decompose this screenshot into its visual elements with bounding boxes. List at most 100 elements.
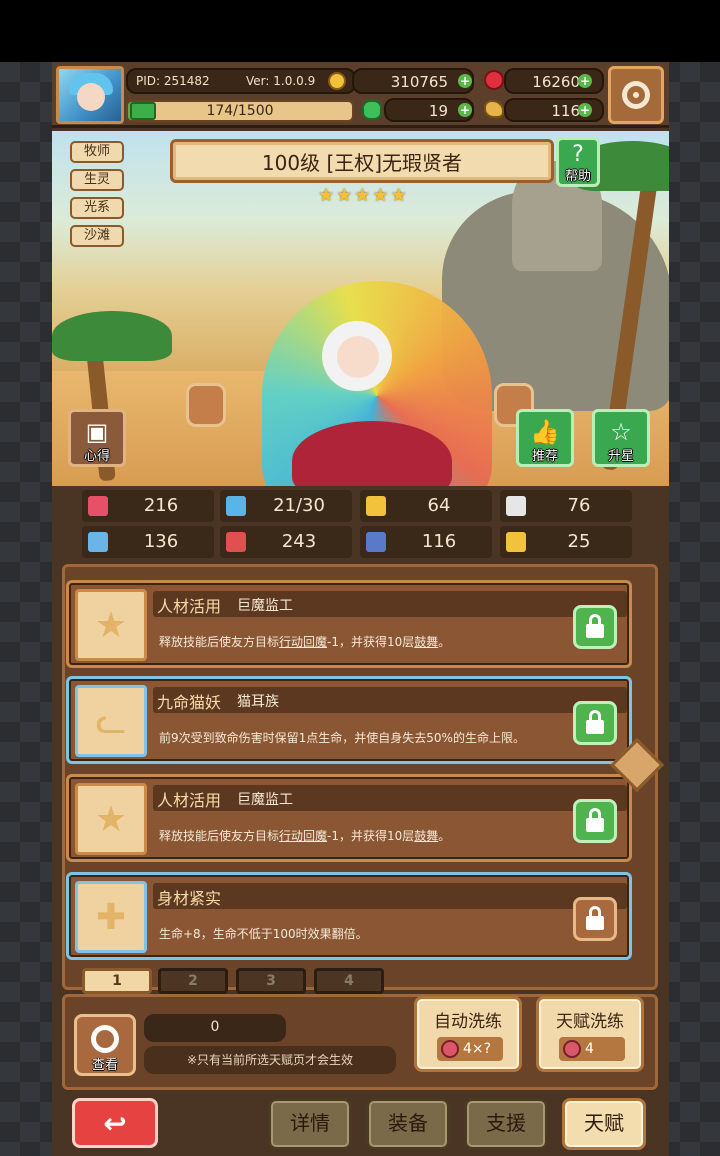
notes-button[interactable]: ▣ 心得 bbox=[68, 409, 126, 467]
coin-count: 310765 bbox=[390, 73, 448, 91]
stat-attack[interactable]: 136 bbox=[82, 526, 214, 558]
stat-evasion[interactable]: 76 bbox=[500, 490, 632, 522]
add-food-button[interactable]: + bbox=[578, 103, 592, 117]
talent-wash-cost: 4 bbox=[585, 1041, 594, 1057]
add-gems-button[interactable]: + bbox=[578, 74, 592, 88]
horseshoe-icon bbox=[506, 532, 526, 552]
rating-star-icon: ★ bbox=[354, 185, 371, 206]
battery-icon bbox=[130, 102, 156, 120]
heart-icon bbox=[88, 496, 108, 516]
notes-label: 心得 bbox=[83, 449, 110, 464]
auto-wash-button[interactable]: 自动洗练 4×? bbox=[414, 996, 522, 1072]
gem-icon bbox=[484, 70, 504, 90]
clover-count: 19 bbox=[428, 102, 448, 120]
talent-source: 猫耳族 bbox=[237, 694, 279, 710]
unlock-button[interactable] bbox=[573, 897, 617, 941]
book-icon bbox=[226, 532, 246, 552]
hero-scene: 牧师 生灵 光系 沙滩 100级 [王权]无瑕贤者 ★ ★ ★ ★ ★ ? 帮助 ▣ 心… bbox=[52, 131, 669, 486]
page-tab-2[interactable]: 2 bbox=[158, 968, 228, 994]
game-screen: PID: 251482 Ver: 1.0.0.9 310765 + 16260 … bbox=[52, 62, 669, 1156]
talent-slot-3[interactable]: ★ 人材活用 巨魔监工 释放技能后使友方目标行动回魔-1，并获得10层鼓舞。 bbox=[66, 774, 632, 862]
talent-slot-4[interactable]: ✚ 身材紧实 生命+8，生命不低于100时效果翻倍。 bbox=[66, 872, 632, 960]
back-button[interactable]: ↩ bbox=[72, 1098, 158, 1148]
help-button[interactable]: ? 帮助 bbox=[556, 137, 600, 187]
stat-magic[interactable]: 243 bbox=[220, 526, 352, 558]
rating-star-icon: ★ bbox=[390, 185, 407, 206]
stat-luck[interactable]: 25 bbox=[500, 526, 632, 558]
equipment-tab[interactable]: 装备 bbox=[366, 1098, 450, 1150]
settings-button[interactable] bbox=[608, 66, 664, 124]
talent-slot-1[interactable]: ★ 人材活用 巨魔监工 释放技能后使友方目标行动回魔-1，并获得10层鼓舞。 bbox=[66, 580, 632, 668]
page-tab-4[interactable]: 4 bbox=[314, 968, 384, 994]
version-text: Ver: 1.0.0.9 bbox=[246, 74, 316, 88]
details-tab[interactable]: 详情 bbox=[268, 1098, 352, 1150]
food-icon bbox=[484, 100, 504, 118]
add-coins-button[interactable]: + bbox=[458, 74, 472, 88]
talent-description: 生命+8，生命不低于100时效果翻倍。 bbox=[159, 927, 368, 941]
add-clover-button[interactable]: + bbox=[458, 103, 472, 117]
stat-mana[interactable]: 21/30 bbox=[220, 490, 352, 522]
talent-source: 巨魔监工 bbox=[237, 598, 293, 614]
stat-speed[interactable]: 116 bbox=[360, 526, 492, 558]
view-button[interactable]: 查看 bbox=[74, 1014, 136, 1076]
talent-source: 巨魔监工 bbox=[237, 792, 293, 808]
talent-wash-label: 天赋洗练 bbox=[556, 1012, 624, 1032]
lock-icon bbox=[586, 808, 604, 832]
cross-icon: ✚ bbox=[75, 881, 147, 953]
fist-icon bbox=[88, 532, 108, 552]
clover-icon bbox=[362, 100, 382, 120]
auto-wash-cost: 4×? bbox=[463, 1041, 492, 1057]
lock-button[interactable] bbox=[573, 799, 617, 843]
player-avatar[interactable] bbox=[56, 66, 124, 124]
page-tab-1[interactable]: 1 bbox=[82, 968, 152, 994]
support-tab[interactable]: 支援 bbox=[464, 1098, 548, 1150]
cat-icon: ᓚ bbox=[75, 685, 147, 757]
lock-button[interactable] bbox=[573, 701, 617, 745]
xp-bar: 174/1500 bbox=[126, 100, 354, 122]
tag-race[interactable]: 生灵 bbox=[70, 169, 124, 191]
stat-hp[interactable]: 216 bbox=[82, 490, 214, 522]
stat-defense[interactable]: 64 bbox=[360, 490, 492, 522]
talent-name: 人材活用 bbox=[157, 791, 222, 810]
thumbs-up-icon: 👍 bbox=[530, 418, 560, 446]
tag-class[interactable]: 牧师 bbox=[70, 141, 124, 163]
rating-star-icon: ★ bbox=[336, 185, 353, 206]
talent-name: 人材活用 bbox=[157, 597, 222, 616]
hero-tags: 牧师 生灵 光系 沙滩 bbox=[70, 141, 124, 247]
talent-tab[interactable]: 天赋 bbox=[562, 1098, 646, 1150]
fruit-count-pill: 0 bbox=[144, 1014, 286, 1042]
boot-icon bbox=[366, 532, 386, 552]
hero-title: 100级 [王权]无瑕贤者 bbox=[261, 150, 463, 175]
rating-star-icon: ★ bbox=[318, 185, 335, 206]
upgrade-star-button[interactable]: ☆ 升星 bbox=[592, 409, 650, 467]
hero-stars: ★ ★ ★ ★ ★ bbox=[318, 187, 407, 205]
talent-description: 前9次受到致命伤害时保留1点生命，并使自身失去50%的生命上限。 bbox=[159, 731, 525, 745]
recommend-label: 推荐 bbox=[531, 449, 558, 464]
player-id: PID: 251482 bbox=[136, 74, 210, 88]
drop-icon bbox=[226, 496, 246, 516]
scroll-icon: ▣ bbox=[85, 418, 109, 446]
tag-location[interactable]: 沙滩 bbox=[70, 225, 124, 247]
help-label: 帮助 bbox=[564, 169, 591, 184]
talent-description: 释放技能后使友方目标行动回魔-1，并获得10层鼓舞。 bbox=[159, 635, 451, 649]
prev-hero-button[interactable] bbox=[186, 383, 226, 427]
fruit-icon bbox=[563, 1040, 581, 1058]
talent-slot-2[interactable]: ᓚ 九命猫妖 猫耳族 前9次受到致命伤害时保留1点生命，并使自身失去50%的生命… bbox=[66, 676, 632, 764]
coin-pill: 310765 bbox=[352, 68, 474, 94]
star-icon: ★ bbox=[75, 589, 147, 661]
lock-icon bbox=[586, 710, 604, 734]
page-tab-3[interactable]: 3 bbox=[236, 968, 306, 994]
lock-button[interactable] bbox=[573, 605, 617, 649]
fruit-icon bbox=[441, 1040, 459, 1058]
shield-icon bbox=[366, 496, 386, 516]
wing-icon bbox=[506, 496, 526, 516]
lock-icon bbox=[586, 614, 604, 638]
hero-title-banner: 100级 [王权]无瑕贤者 bbox=[170, 139, 554, 183]
recommend-button[interactable]: 👍 推荐 bbox=[516, 409, 574, 467]
talent-wash-button[interactable]: 天赋洗练 4 bbox=[536, 996, 644, 1072]
coin-icon bbox=[328, 72, 346, 90]
tag-element[interactable]: 光系 bbox=[70, 197, 124, 219]
info-pill: PID: 251482 Ver: 1.0.0.9 bbox=[126, 68, 356, 94]
back-arrow-icon: ↩ bbox=[103, 1106, 127, 1140]
gem-count: 16260 bbox=[532, 73, 580, 91]
